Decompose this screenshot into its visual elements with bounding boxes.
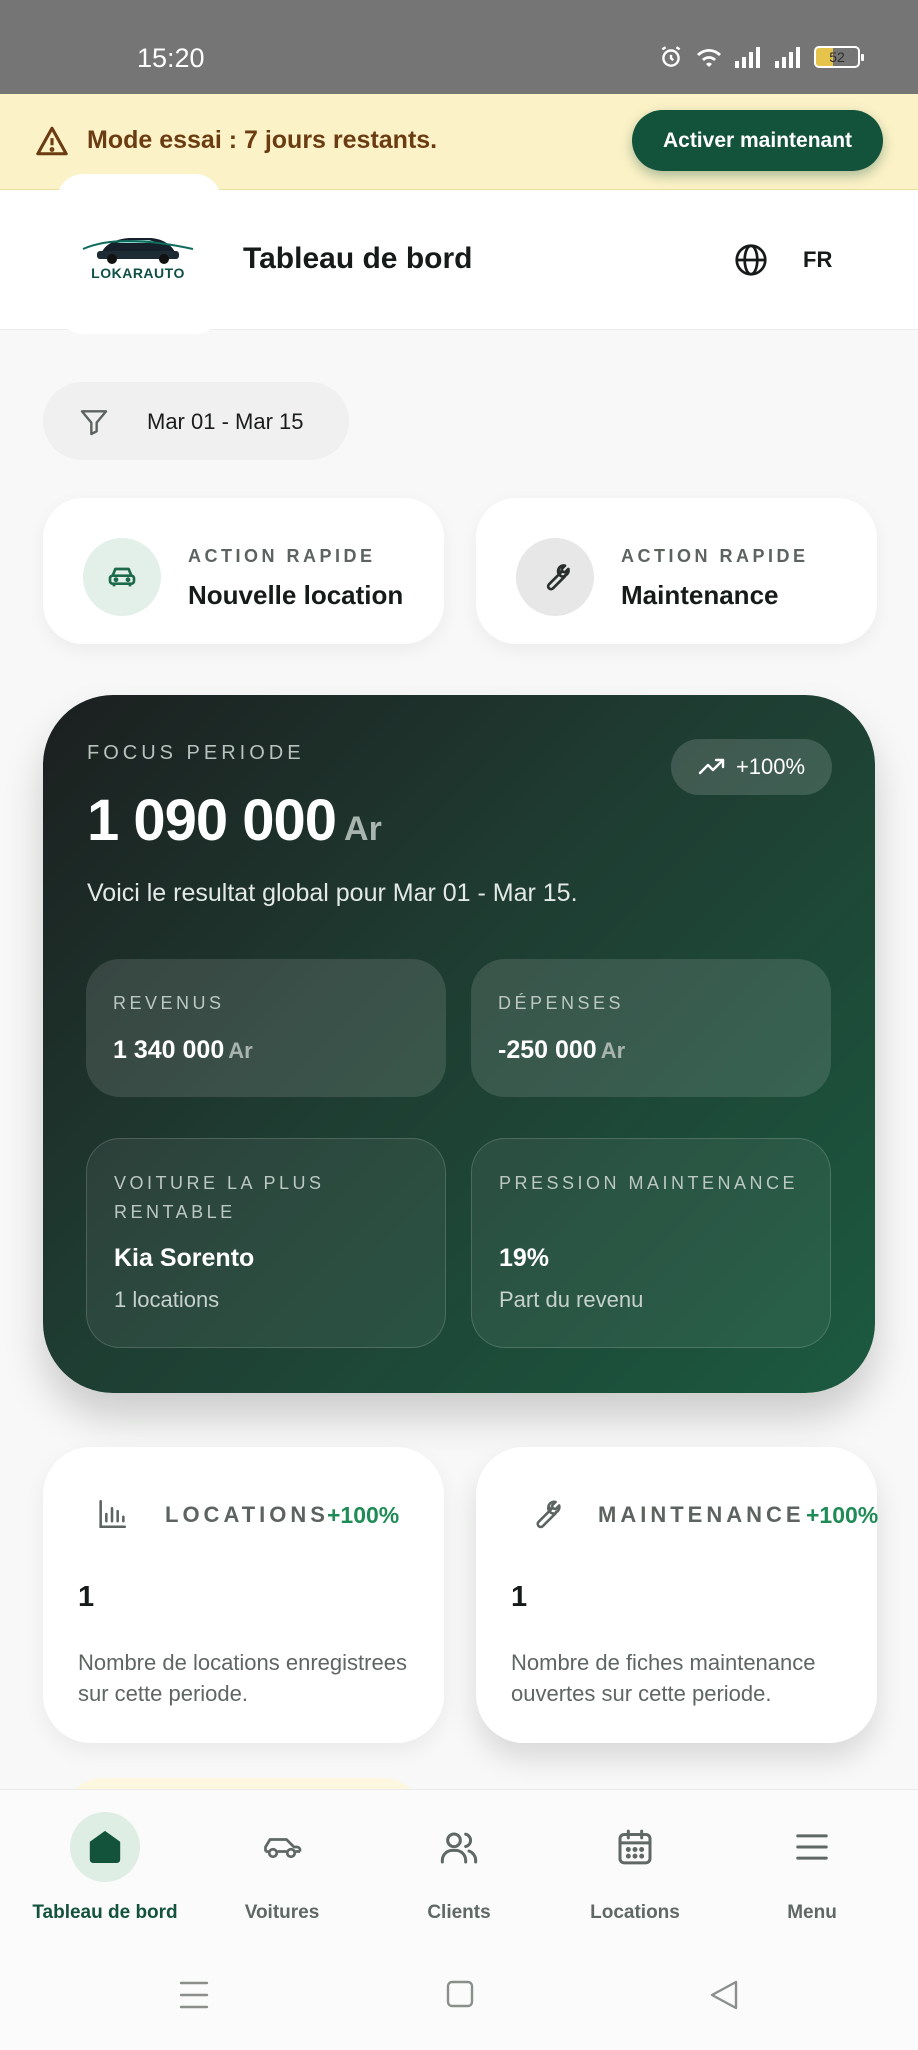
home-button-icon[interactable] xyxy=(446,1979,474,2009)
nav-label: Clients xyxy=(427,1902,491,1923)
warning-icon xyxy=(36,126,68,156)
date-range-label: Mar 01 - Mar 15 xyxy=(147,409,304,434)
quick-action-maintenance[interactable]: ACTION RAPIDE Maintenance xyxy=(476,498,877,644)
alarm-icon xyxy=(661,46,681,67)
nav-icon-wrap xyxy=(424,1812,494,1882)
quick-action-new-rental[interactable]: ACTION RAPIDE Nouvelle location xyxy=(43,498,444,644)
back-button-icon[interactable] xyxy=(708,1979,740,2011)
expenses-label: DÉPENSES xyxy=(498,993,625,1013)
rentals-metric-card[interactable]: LOCATIONS +100% 1 Nombre de locations en… xyxy=(43,1447,444,1743)
focus-eyebrow: FOCUS PERIODE xyxy=(87,742,305,764)
app-logo[interactable]: LOKARAUTO xyxy=(79,229,197,285)
maintenance-pressure-label: PRESSION MAINTENANCE xyxy=(499,1173,799,1193)
date-filter-chip[interactable]: Mar 01 - Mar 15 xyxy=(43,382,349,460)
top-car-sub: 1 locations xyxy=(114,1287,220,1312)
status-time: 15:20 xyxy=(137,43,205,73)
bar-chart-icon xyxy=(99,1499,127,1529)
trend-value: +100% xyxy=(735,754,806,779)
bottom-navigation: Tableau de bord Voitures Clients Locatio… xyxy=(0,1789,918,1949)
top-car-label: VOITURE LA PLUS RENTABLE xyxy=(114,1173,325,1222)
activate-now-button[interactable]: Activer maintenant xyxy=(632,110,883,171)
focus-summary: Voici le resultat global pour Mar 01 - M… xyxy=(87,879,578,907)
trial-message: Mode essai : 7 jours restants. xyxy=(87,126,438,154)
nav-icon-wrap xyxy=(70,1812,140,1882)
revenue-amount: 1 340 000 Ar xyxy=(113,1036,253,1065)
metric-description: Nombre de fiches maintenance ouvertes su… xyxy=(511,1650,816,1706)
expenses-unit: Ar xyxy=(600,1038,626,1063)
wrench-icon xyxy=(536,1500,561,1529)
wrench-icon xyxy=(546,564,570,591)
revenue-value: 1 340 000 xyxy=(113,1036,225,1064)
quick-action-icon-wrap xyxy=(83,538,161,616)
revenue-label: REVENUS xyxy=(113,993,225,1013)
maintenance-metric-card[interactable]: MAINTENANCE +100% 1 Nombre de fiches mai… xyxy=(476,1447,879,1743)
maintenance-pressure-value: 19% xyxy=(499,1244,550,1272)
system-navigation-bar xyxy=(0,1949,918,2050)
page-title: Tableau de bord xyxy=(243,242,473,275)
net-result-currency: Ar xyxy=(344,810,382,848)
expenses-value: -250 000 xyxy=(498,1036,597,1064)
revenue-tile: REVENUS 1 340 000 Ar xyxy=(86,959,446,1097)
trend-badge: +100% xyxy=(671,739,832,795)
nav-icon-wrap xyxy=(600,1812,670,1882)
wifi-icon xyxy=(697,49,721,67)
car-icon xyxy=(264,1838,302,1859)
battery-level: 52 xyxy=(829,49,845,65)
app-header: LOKARAUTO Tableau de bord FR xyxy=(0,174,918,334)
calendar-icon xyxy=(618,1829,652,1865)
trending-up-icon xyxy=(698,758,725,775)
nav-item-rentals[interactable]: Locations xyxy=(547,1790,723,1950)
nav-item-dashboard[interactable]: Tableau de bord xyxy=(17,1790,193,1950)
nav-icon-wrap xyxy=(247,1812,317,1882)
nav-label: Menu xyxy=(787,1902,837,1923)
quick-action-icon-wrap xyxy=(516,538,594,616)
metric-trend: +100% xyxy=(327,1502,400,1528)
status-bar: 15:20 52 xyxy=(0,0,918,94)
filter-icon xyxy=(80,410,108,436)
nav-item-cars[interactable]: Voitures xyxy=(194,1790,370,1950)
logo-text: LOKARAUTO xyxy=(91,265,185,281)
users-icon xyxy=(440,1832,478,1864)
car-icon xyxy=(108,567,136,587)
menu-icon xyxy=(796,1834,828,1860)
top-car-tile: VOITURE LA PLUS RENTABLE Kia Sorento 1 l… xyxy=(86,1138,446,1348)
battery-indicator: 52 xyxy=(814,46,864,68)
car-logo-icon xyxy=(82,238,194,264)
metric-trend: +100% xyxy=(806,1502,879,1528)
expenses-amount: -250 000 Ar xyxy=(498,1036,625,1065)
metric-value: 1 xyxy=(511,1581,528,1613)
expenses-tile: DÉPENSES -250 000 Ar xyxy=(471,959,831,1097)
nav-icon-wrap xyxy=(777,1812,847,1882)
metric-label: LOCATIONS xyxy=(165,1502,329,1527)
nav-label: Locations xyxy=(590,1902,680,1923)
net-result-amount: 1 090 000 Ar xyxy=(87,787,382,854)
maintenance-pressure-sub: Part du revenu xyxy=(499,1287,644,1312)
quick-action-eyebrow: ACTION RAPIDE xyxy=(188,546,376,566)
globe-icon[interactable] xyxy=(733,242,769,278)
metric-description: Nombre de locations enregistrees sur cet… xyxy=(78,1650,407,1706)
focus-period-card: FOCUS PERIODE +100% 1 090 000 Ar Voici le… xyxy=(43,695,875,1393)
nav-item-menu[interactable]: Menu xyxy=(724,1790,900,1950)
recent-apps-icon[interactable] xyxy=(179,1979,209,2011)
nav-label: Tableau de bord xyxy=(32,1902,178,1923)
metric-value: 1 xyxy=(78,1581,95,1613)
signal-icon-2 xyxy=(775,47,800,68)
quick-action-eyebrow: ACTION RAPIDE xyxy=(621,546,809,566)
top-car-value: Kia Sorento xyxy=(114,1244,255,1272)
quick-action-label: Nouvelle location xyxy=(188,580,404,610)
language-selector[interactable]: FR xyxy=(803,247,832,273)
nav-label: Voitures xyxy=(244,1902,320,1923)
maintenance-pressure-tile: PRESSION MAINTENANCE 19% Part du revenu xyxy=(471,1138,831,1348)
metric-label: MAINTENANCE xyxy=(598,1502,805,1527)
signal-icon xyxy=(735,47,760,68)
home-icon xyxy=(89,1831,121,1863)
net-result-value: 1 090 000 xyxy=(87,788,337,853)
nav-item-clients[interactable]: Clients xyxy=(371,1790,547,1950)
revenue-unit: Ar xyxy=(228,1038,253,1063)
status-icons: 52 xyxy=(658,44,864,70)
quick-action-label: Maintenance xyxy=(621,580,779,610)
